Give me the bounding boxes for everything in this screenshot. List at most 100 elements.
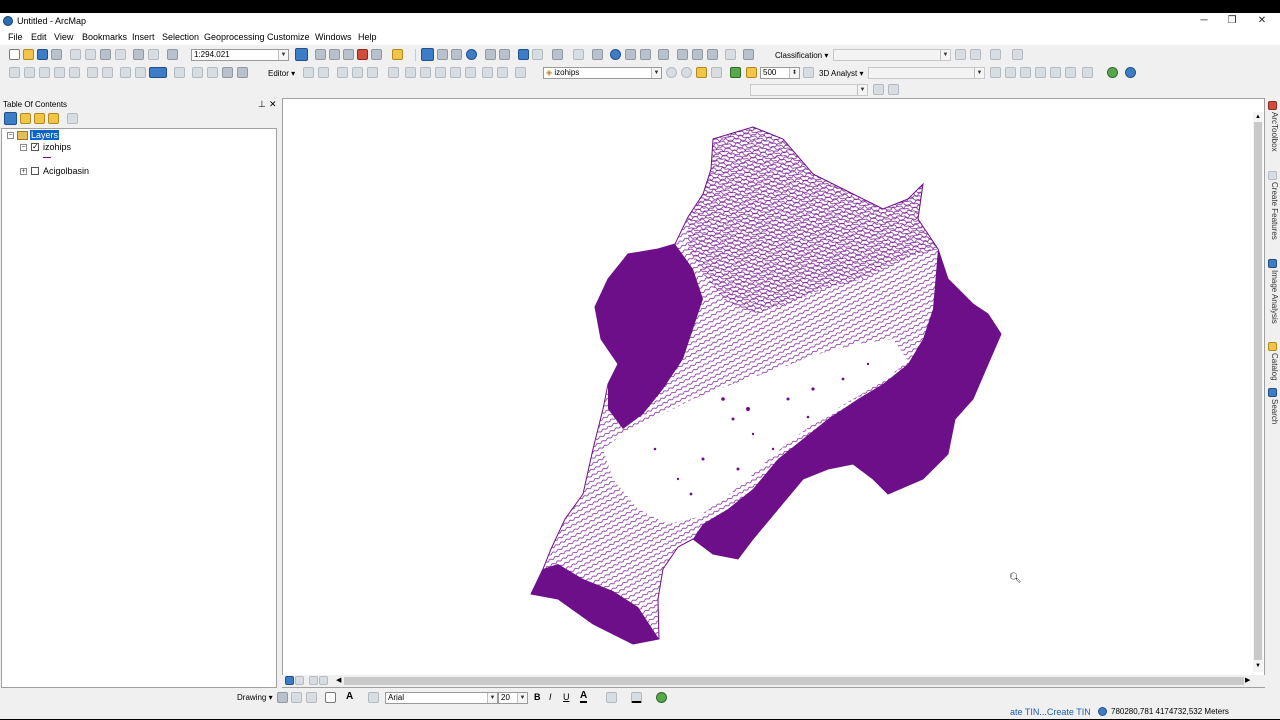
rotate-element-icon[interactable] [291, 692, 302, 703]
zoom-out-icon[interactable] [437, 49, 448, 60]
resolution-spinner[interactable]: 500 ⬍ [760, 67, 800, 79]
chevron-down-icon[interactable]: ▼ [517, 693, 527, 703]
measure-icon[interactable] [658, 49, 669, 60]
new-text-icon[interactable]: A [346, 691, 353, 702]
page-icon[interactable] [207, 67, 218, 78]
save-icon[interactable] [37, 49, 48, 60]
find-icon[interactable] [677, 49, 688, 60]
fill-color-icon[interactable] [606, 692, 617, 703]
georef-tool-4-icon[interactable] [54, 67, 65, 78]
georef-tool-3-icon[interactable] [39, 67, 50, 78]
trace-icon[interactable] [367, 67, 378, 78]
redo-icon[interactable] [148, 49, 159, 60]
report-icon[interactable] [237, 67, 248, 78]
spinner-extra-icon[interactable] [803, 67, 814, 78]
select-elements-icon[interactable] [592, 49, 603, 60]
bold-button[interactable]: B [534, 692, 541, 702]
profile-graph-icon[interactable] [1082, 67, 1093, 78]
extra-combo[interactable]: ▼ [750, 84, 868, 96]
extra-tool-2-icon[interactable] [888, 84, 899, 95]
interpolate-polygon-icon[interactable] [1065, 67, 1076, 78]
tab-arctoolbox[interactable]: ArcToolbox [1267, 112, 1279, 152]
expand-acigolbasin-icon[interactable]: + [20, 168, 27, 175]
menu-view[interactable]: View [54, 32, 73, 42]
3d-layer-combo[interactable]: ▼ [868, 67, 985, 79]
list-by-source-icon[interactable] [20, 113, 31, 124]
identify-icon[interactable] [610, 49, 621, 60]
interpolate-point-icon[interactable] [1035, 67, 1046, 78]
refresh-icon[interactable] [309, 676, 318, 685]
go-to-xy-icon[interactable] [707, 49, 718, 60]
collapse-layers-icon[interactable]: − [7, 132, 14, 139]
layout-view-icon[interactable] [295, 676, 304, 685]
menu-file[interactable]: File [8, 32, 23, 42]
cut-polygons-icon[interactable] [435, 67, 446, 78]
drawing-dropdown[interactable]: Drawing ▾ [237, 693, 273, 702]
classification-combo[interactable]: ▼ [833, 49, 951, 61]
layout-tool-4-icon[interactable] [135, 67, 146, 78]
search-window-icon[interactable] [343, 49, 354, 60]
interpolate-icon[interactable] [746, 67, 757, 78]
add-data-icon[interactable] [167, 49, 178, 60]
select-elements-arrow-icon[interactable] [277, 692, 288, 703]
contour-icon[interactable] [990, 67, 1001, 78]
fixed-zoom-out-icon[interactable] [499, 49, 510, 60]
close-button[interactable]: ✕ [1252, 15, 1272, 26]
minimize-button[interactable]: ─ [1194, 15, 1214, 26]
underline-button[interactable]: U [563, 692, 570, 702]
back-extent-icon[interactable] [518, 49, 529, 60]
undo-icon[interactable] [133, 49, 144, 60]
table-icon[interactable] [222, 67, 233, 78]
create-features-icon[interactable] [515, 67, 526, 78]
zoom-in-icon[interactable] [421, 48, 434, 61]
italic-button[interactable]: I [549, 692, 552, 702]
sketch-properties-icon[interactable] [497, 67, 508, 78]
arctoolbox-icon[interactable] [357, 49, 368, 60]
list-by-visibility-icon[interactable] [34, 113, 45, 124]
chevron-down-icon[interactable]: ▼ [278, 50, 288, 60]
tab-search[interactable]: Search [1267, 399, 1279, 424]
analysis-icon[interactable] [730, 67, 741, 78]
map-view[interactable]: 🔍︎ [282, 98, 1265, 688]
chevron-down-icon[interactable]: ▼ [651, 68, 661, 78]
edit-classes-icon[interactable] [990, 49, 1001, 60]
color-swatch-icon[interactable] [149, 67, 167, 78]
point-tool-icon[interactable] [388, 67, 399, 78]
list-by-selection-icon[interactable] [48, 113, 59, 124]
line-color-icon[interactable] [631, 692, 642, 703]
classification-tools-icon[interactable] [1012, 49, 1023, 60]
tab-create-features[interactable]: Create Features [1267, 182, 1279, 240]
arcglobe-icon[interactable] [1125, 67, 1136, 78]
model-builder-icon[interactable] [392, 49, 403, 60]
scroll-right-icon[interactable]: ▶ [1245, 676, 1250, 684]
marker-color-icon[interactable] [656, 692, 667, 703]
list-by-drawing-order-icon[interactable] [4, 112, 17, 125]
straight-segment-icon[interactable] [337, 67, 348, 78]
delete-icon[interactable] [115, 49, 126, 60]
close-icon[interactable]: ✕ [269, 99, 277, 110]
swatch-dropdown-icon[interactable] [174, 67, 185, 78]
georef-tool-2-icon[interactable] [24, 67, 35, 78]
pause-drawing-icon[interactable] [319, 676, 328, 685]
pin-icon[interactable]: ⊥ [258, 99, 266, 110]
pan-icon[interactable] [451, 49, 462, 60]
georef-tool-icon[interactable] [9, 67, 20, 78]
zoom-whole-page-icon[interactable] [306, 692, 317, 703]
edit-vertices-icon[interactable] [405, 67, 416, 78]
map-vertical-scrollbar[interactable]: ▲ ▼ [1253, 112, 1263, 672]
scroll-up-icon[interactable]: ▲ [1255, 114, 1261, 120]
menu-help[interactable]: Help [358, 32, 377, 42]
data-view-icon[interactable] [285, 676, 294, 685]
hyperlink-icon[interactable] [625, 49, 636, 60]
scroll-left-icon[interactable]: ◀ [336, 676, 341, 684]
toc-window-icon[interactable] [315, 49, 326, 60]
menu-insert[interactable]: Insert [132, 32, 155, 42]
swipe-icon[interactable] [696, 67, 707, 78]
chevron-down-icon[interactable]: ▼ [487, 693, 497, 703]
clear-selection-icon[interactable] [573, 49, 584, 60]
contrast-icon[interactable] [666, 67, 677, 78]
split-icon[interactable] [450, 67, 461, 78]
editor-toolbar-icon[interactable] [295, 48, 308, 61]
catalog-window-icon[interactable] [329, 49, 340, 60]
interpolate-line-icon[interactable] [1050, 67, 1061, 78]
